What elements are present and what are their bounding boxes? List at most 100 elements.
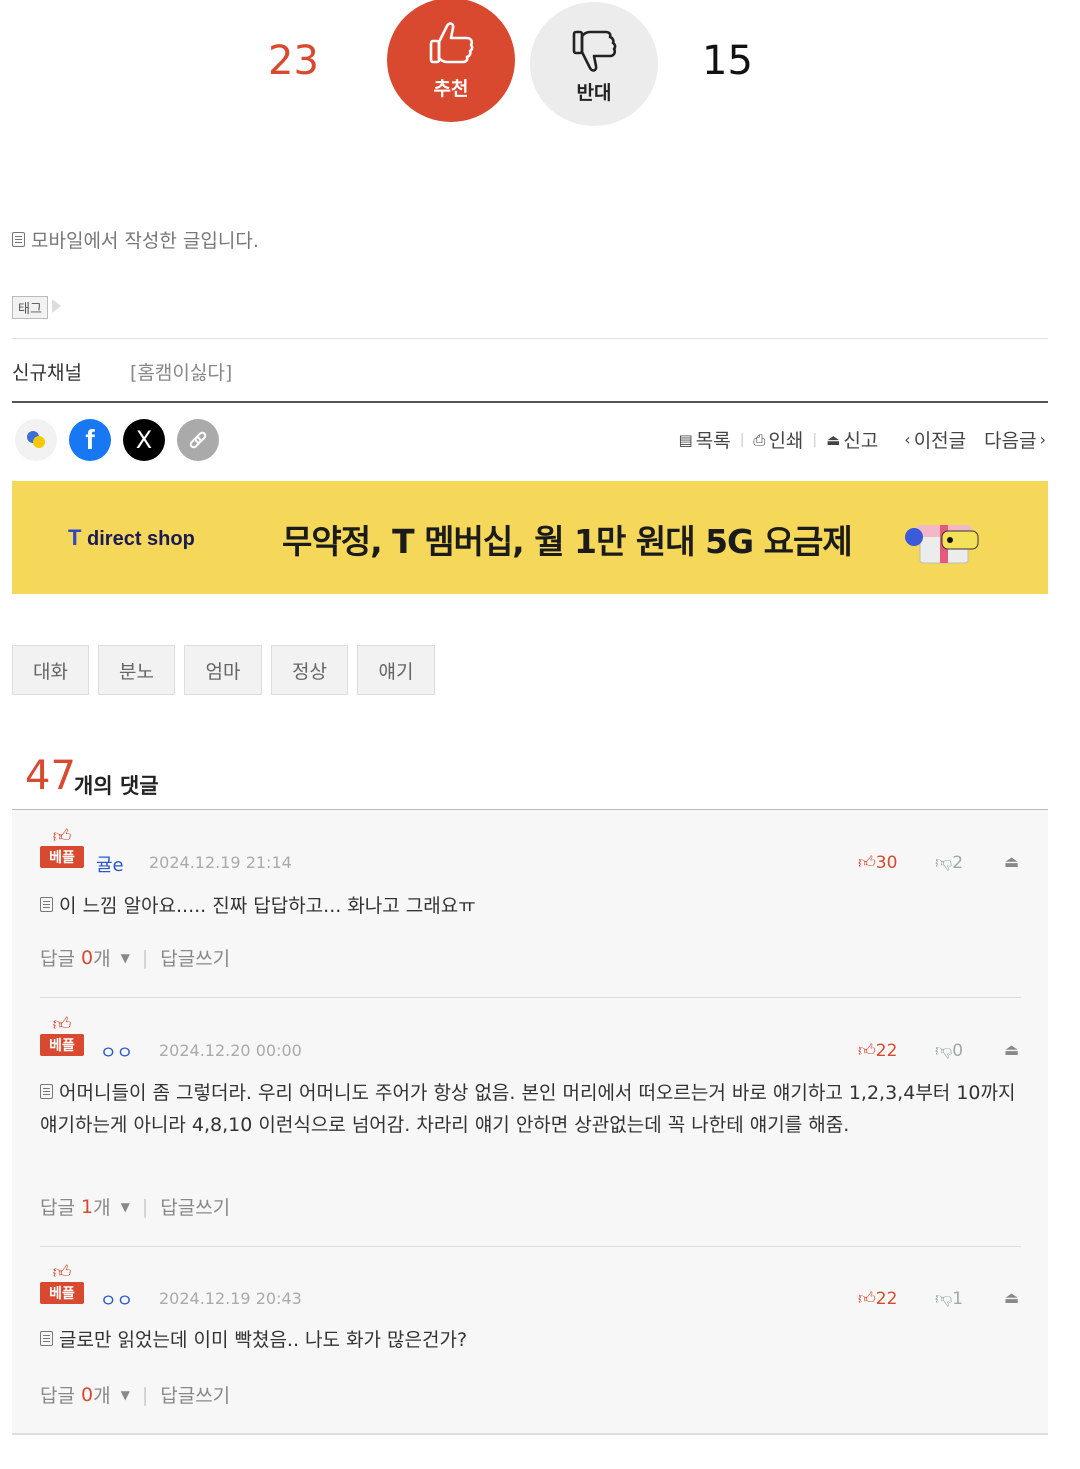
best-comment-badge: 👍︎ 베플 [40, 828, 84, 868]
upvote-button[interactable]: 추천 [387, 0, 515, 122]
siren-icon: ⏏ [1004, 1040, 1020, 1059]
divider [12, 1433, 1048, 1435]
thumbs-up-icon: 👍︎ [858, 1041, 876, 1061]
comment-divider [40, 1246, 1021, 1247]
comment-report-button[interactable]: ⏏ [1004, 1040, 1019, 1059]
comment-text: 어머니들이 좀 그렇더라. 우리 어머니도 주어가 항상 없음. 본인 머리에서… [40, 1082, 1016, 1136]
list-button[interactable]: ▤ 목록 [679, 426, 731, 453]
thumbs-up-icon: 👍︎ [858, 1289, 876, 1309]
comment-report-button[interactable]: ⏏ [1004, 1288, 1019, 1307]
keyword-tag[interactable]: 얘기 [357, 645, 435, 695]
downvote-count: 15 [702, 38, 753, 84]
comment-text: 글로만 읽었는데 이미 빡쳤음.. 나도 화가 많은건가? [40, 1324, 1020, 1356]
divider [12, 401, 1048, 403]
separator: | [739, 431, 745, 448]
next-post-label: 다음글 [984, 430, 1037, 452]
document-icon [40, 1084, 53, 1099]
comment-date: 2024.12.19 20:43 [159, 1289, 302, 1308]
thumbs-down-icon: 👎︎ [935, 1041, 953, 1061]
keyword-tag[interactable]: 분노 [98, 645, 175, 695]
upvote-count: 23 [268, 38, 319, 84]
prev-post-label: 이전글 [913, 430, 967, 452]
tag-label: 태그 [12, 296, 48, 319]
x-icon: X [135, 426, 153, 454]
list-icon: ▤ [678, 430, 693, 449]
document-icon [40, 1331, 53, 1346]
comment-dislike-button[interactable]: 👎︎1 [935, 1288, 963, 1309]
siren-icon: ⏏ [1004, 852, 1020, 871]
list-label: 목록 [695, 430, 731, 452]
comment-count-label: 개의 댓글 [74, 774, 159, 798]
mobile-note: 모바일에서 작성한 글입니다. [12, 226, 259, 253]
prev-post-button[interactable]: ‹ 이전글 [904, 426, 966, 453]
banner-text: 무약정, T 멤버십, 월 1만 원대 5G 요금제 [282, 522, 853, 561]
document-icon [12, 232, 25, 247]
divider [12, 338, 1048, 339]
chevron-left-icon: ‹ [904, 430, 911, 449]
banner-brand: T direct shop [68, 525, 195, 551]
comment-nick[interactable]: ㅇㅇ [100, 1287, 133, 1313]
best-comment-badge: 👍︎ 베플 [40, 1264, 84, 1304]
next-post-button[interactable]: 다음글 › [984, 426, 1046, 453]
write-reply-link[interactable]: 답글쓰기 [160, 944, 230, 971]
comment-report-button[interactable]: ⏏ [1004, 852, 1019, 871]
comment-like-button[interactable]: 👍︎22 [858, 1288, 897, 1309]
print-icon: ⎙ [753, 430, 766, 449]
siren-icon: ⏏ [826, 430, 841, 449]
thumbs-down-icon: 👎︎ [935, 853, 953, 873]
write-reply-link[interactable]: 답글쓰기 [160, 1193, 230, 1220]
link-icon [189, 431, 207, 449]
report-button[interactable]: ⏏ 신고 [826, 426, 878, 453]
upvote-label: 추천 [433, 77, 469, 100]
print-button[interactable]: ⎙ 인쇄 [753, 426, 803, 453]
t-logo-icon: T [68, 525, 82, 550]
chevron-down-icon: ▼ [120, 950, 130, 965]
comment-like-button[interactable]: 👍︎22 [858, 1040, 897, 1061]
reply-toggle[interactable]: 답글 0개 ▼ | 답글쓰기 [40, 1381, 230, 1408]
comment-nick[interactable]: 귤e [96, 851, 124, 877]
write-reply-link[interactable]: 답글쓰기 [160, 1381, 230, 1408]
share-x-button[interactable]: X [123, 419, 165, 461]
thumbs-up-icon: 👍︎ [52, 1262, 72, 1283]
comment-count: 47 [25, 753, 76, 799]
comment-nick[interactable]: ㅇㅇ [100, 1039, 133, 1065]
channel-label: 신규채널 [12, 362, 82, 384]
keyword-tag[interactable]: 엄마 [184, 645, 262, 695]
share-facebook-button[interactable]: f [69, 419, 111, 461]
document-icon [40, 897, 53, 912]
gift-box-icon [905, 525, 979, 564]
reply-toggle[interactable]: 답글 0개 ▼ | 답글쓰기 [40, 944, 230, 971]
keyword-tag[interactable]: 대화 [12, 645, 89, 695]
comment-divider [40, 997, 1021, 998]
comment-dislike-button[interactable]: 👎︎0 [935, 1040, 963, 1061]
ad-banner[interactable]: T direct shop 무약정, T 멤버십, 월 1만 원대 5G 요금제 [12, 481, 1048, 594]
separator: | [812, 431, 818, 448]
report-label: 신고 [843, 430, 879, 452]
tag-arrow-icon [52, 299, 61, 313]
thumbs-up-icon [429, 21, 474, 63]
comment-like-button[interactable]: 👍︎30 [858, 852, 897, 873]
comment-dislike-button[interactable]: 👎︎2 [935, 852, 963, 873]
downvote-button[interactable]: 반대 [530, 2, 658, 126]
print-label: 인쇄 [768, 430, 804, 452]
share-kakao-button[interactable] [15, 419, 57, 461]
comment-text: 이 느낌 알아요..... 진짜 답답하고... 화나고 그래요ㅠ [40, 890, 1020, 922]
best-comment-badge: 👍︎ 베플 [40, 1016, 84, 1056]
share-link-button[interactable] [177, 419, 219, 461]
chevron-down-icon: ▼ [120, 1199, 130, 1214]
downvote-label: 반대 [576, 81, 612, 104]
keyword-tag[interactable]: 정상 [271, 645, 348, 695]
reply-toggle[interactable]: 답글 1개 ▼ | 답글쓰기 [40, 1193, 230, 1220]
thumbs-down-icon: 👎︎ [935, 1289, 953, 1309]
siren-icon: ⏏ [1004, 1288, 1020, 1307]
channel-name[interactable]: [홈캠이싫다] [130, 358, 232, 385]
thumbs-up-icon: 👍︎ [52, 1014, 72, 1035]
kakao-icon [27, 431, 45, 448]
comment-date: 2024.12.19 21:14 [149, 853, 292, 872]
mobile-note-text: 모바일에서 작성한 글입니다. [31, 230, 259, 252]
banner-brand-text: direct shop [87, 528, 195, 550]
thumbs-up-icon: 👍︎ [858, 853, 876, 873]
thumbs-down-icon [572, 30, 617, 72]
facebook-icon: f [85, 424, 95, 455]
chevron-down-icon: ▼ [120, 1387, 130, 1402]
